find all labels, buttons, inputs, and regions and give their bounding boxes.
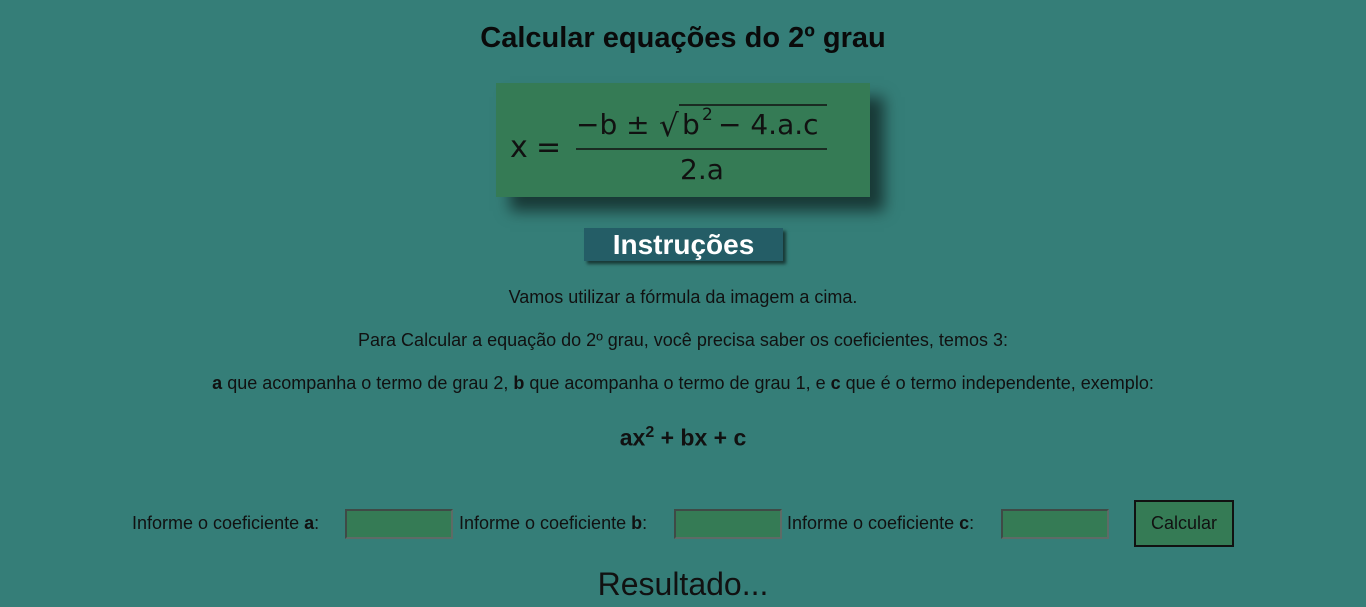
page-title: Calcular equações do 2º grau — [480, 22, 886, 54]
instructions-line-2: Para Calcular a equação do 2º grau, você… — [358, 330, 1008, 350]
instructions-line-3: a que acompanha o termo de grau 2, b que… — [0, 373, 1366, 394]
example-rest: + bx + c — [654, 424, 747, 451]
formula-radicand-base: b — [682, 108, 700, 141]
coef-a-label-letter: a — [304, 513, 315, 533]
page: Calcular equações do 2º grau x = −b ± √ … — [0, 0, 1366, 607]
coef-a-label-colon: : — [314, 513, 320, 533]
instructions-button[interactable]: Instruções — [584, 228, 783, 261]
coef-b-label-letter: b — [631, 513, 643, 533]
result-text: Resultado... — [597, 566, 769, 602]
calculate-button[interactable]: Calcular — [1134, 500, 1234, 547]
coef-a-label-prefix: Informe o coeficiente — [132, 513, 305, 533]
formula-lhs: x — [510, 130, 528, 165]
formula-equals: = — [536, 130, 561, 165]
coef-c-term: c — [830, 373, 841, 393]
coef-a-label: Informe o coeficiente a: — [132, 513, 319, 534]
coef-b-term: b — [513, 373, 525, 393]
example-exponent: 2 — [645, 424, 655, 441]
formula-numerator-prefix: −b ± — [576, 108, 650, 141]
coef-c-label: Informe o coeficiente c: — [787, 513, 974, 534]
example-base: ax — [619, 424, 646, 451]
formula-denominator: 2.a — [680, 153, 724, 186]
coef-b-label-prefix: Informe o coeficiente — [459, 513, 632, 533]
coef-c-label-prefix: Informe o coeficiente — [787, 513, 960, 533]
example-expression: ax2 + bx + c — [0, 424, 1366, 452]
formula-radical: √ — [659, 108, 679, 144]
coef-c-input[interactable] — [1001, 509, 1109, 539]
coef-c-label-colon: : — [969, 513, 975, 533]
coef-a-desc: que acompanha o termo de grau 2, — [222, 373, 514, 393]
quadratic-formula-image: x = −b ± √ b 2 − 4.a.c 2.a — [496, 83, 870, 197]
coef-b-desc: que acompanha o termo de grau 1, e — [524, 373, 831, 393]
coef-b-input[interactable] — [674, 509, 782, 539]
coef-c-label-letter: c — [959, 513, 970, 533]
coef-b-label-colon: : — [642, 513, 648, 533]
coef-c-desc: que é o termo independente, exemplo: — [840, 373, 1154, 393]
formula-radicand-exponent: 2 — [702, 105, 713, 125]
coef-a-input[interactable] — [345, 509, 453, 539]
formula-svg: x = −b ± √ b 2 − 4.a.c 2.a — [510, 104, 827, 186]
formula-radicand-rest: − 4.a.c — [718, 108, 819, 141]
instructions-line-1: Vamos utilizar a fórmula da imagem a cim… — [508, 287, 858, 307]
coefficient-form: Informe o coeficiente a: Informe o coefi… — [0, 500, 1366, 548]
coef-b-label: Informe o coeficiente b: — [459, 513, 647, 534]
coef-a-term: a — [212, 373, 223, 393]
